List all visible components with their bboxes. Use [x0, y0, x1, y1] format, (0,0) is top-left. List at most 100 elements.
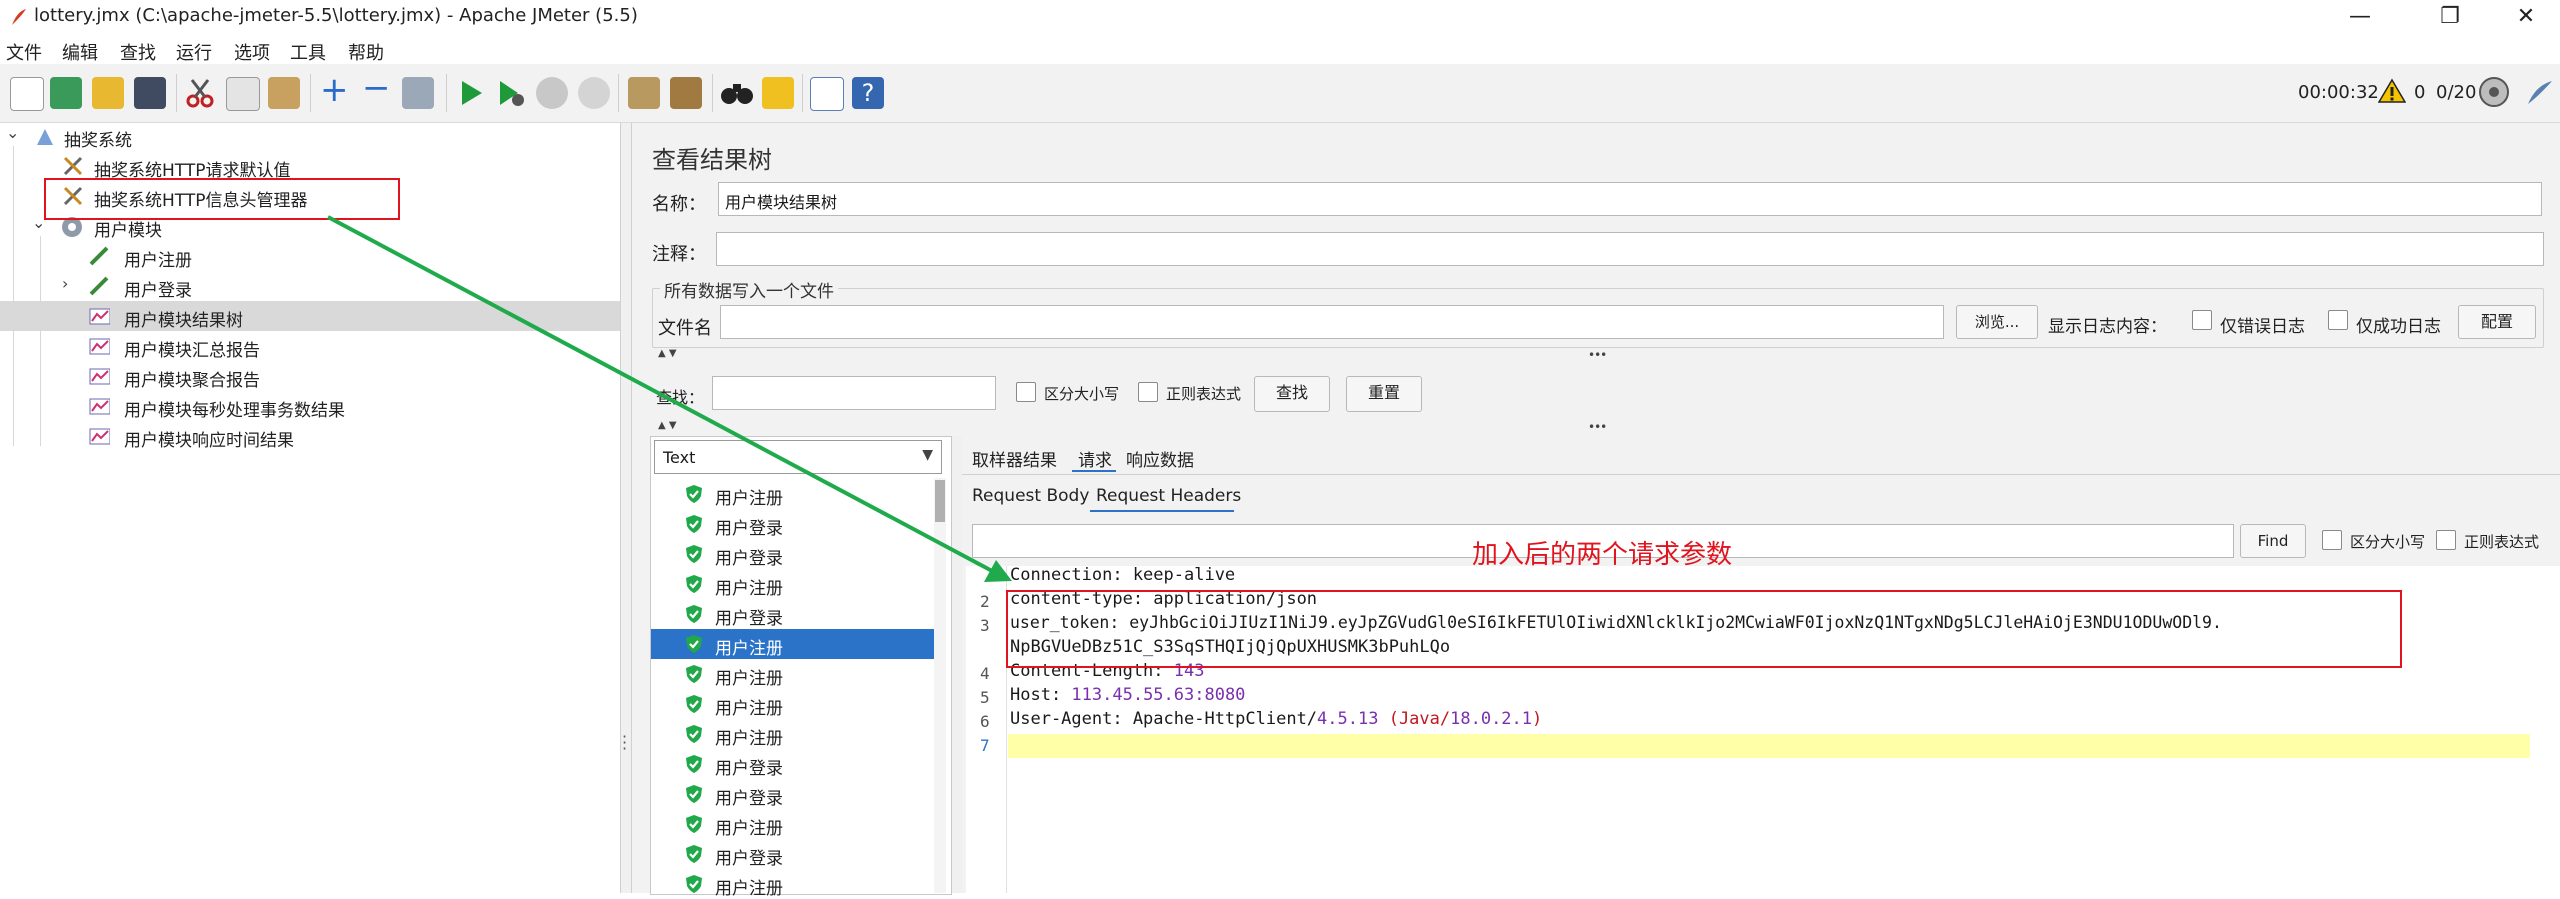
regex-label: 正则表达式 [1166, 385, 1242, 403]
tree-item-aggregate-report[interactable]: 用户模块聚合报告 [0, 361, 620, 391]
comment-input[interactable] [716, 232, 2544, 266]
divider-grip-icon[interactable]: ••• [1588, 420, 1607, 434]
reset-search-icon[interactable] [762, 77, 794, 109]
help-icon[interactable]: ? [852, 77, 884, 109]
menu-options[interactable]: 选项 [234, 39, 270, 65]
tree-guide-line [13, 146, 14, 446]
sample-list-item[interactable]: 用户登录 [651, 509, 934, 539]
new-icon[interactable] [10, 77, 44, 111]
line-number: 6 [980, 712, 990, 731]
menu-help[interactable]: 帮助 [348, 39, 384, 65]
close-window-button[interactable]: ✕ [2496, 0, 2556, 34]
subtab-request-headers[interactable]: Request Headers [1096, 486, 1241, 506]
search-input[interactable] [712, 376, 996, 410]
warning-icon[interactable] [2378, 78, 2406, 104]
sample-list-item[interactable]: 用户注册 [651, 869, 934, 899]
clear-icon[interactable] [628, 77, 660, 109]
chevron-right-icon[interactable]: › [62, 274, 68, 293]
minimize-button[interactable]: — [2330, 0, 2390, 34]
sample-list-item[interactable]: 用户注册 [651, 689, 934, 719]
templates-icon[interactable] [50, 77, 82, 109]
tree-item-root[interactable]: ⌄ 抽奖系统 [0, 121, 620, 151]
maximize-button[interactable]: ❐ [2420, 0, 2480, 34]
header-line-user-agent: User-Agent: Apache-HttpClient/4.5.13 (Ja… [1010, 709, 1543, 729]
tab-request[interactable]: 请求 [1078, 446, 1112, 471]
sample-list-item[interactable]: 用户注册 [651, 629, 934, 659]
tab-response-data[interactable]: 响应数据 [1126, 446, 1194, 471]
name-input[interactable]: 用户模块结果树 [718, 182, 2542, 216]
collapse-icon[interactable]: − [362, 68, 391, 108]
renderer-select[interactable]: Text ▼ [654, 440, 942, 474]
tab-divider [962, 474, 2560, 475]
tree-item-result-tree[interactable]: 用户模块结果树 [0, 301, 620, 331]
stop-icon[interactable] [536, 77, 568, 109]
splitter-grip-icon[interactable]: · · · [622, 729, 627, 757]
scrollbar-thumb[interactable] [935, 480, 945, 522]
header-case-checkbox[interactable] [2322, 530, 2342, 550]
success-only-checkbox[interactable] [2328, 310, 2348, 330]
thread-count: 0/20 [2436, 82, 2477, 103]
paste-icon[interactable] [268, 77, 300, 109]
cut-icon[interactable] [184, 77, 216, 109]
menu-run[interactable]: 运行 [176, 39, 212, 65]
copy-icon[interactable] [226, 77, 260, 111]
function-helper-icon[interactable] [810, 77, 844, 111]
header-find-button[interactable]: Find [2240, 524, 2306, 558]
configure-button[interactable]: 配置 [2458, 305, 2536, 339]
panel-splitter[interactable] [621, 123, 632, 893]
sample-list-item[interactable]: 用户注册 [651, 809, 934, 839]
shutdown-icon[interactable] [578, 77, 610, 109]
sample-list-item[interactable]: 用户登录 [651, 539, 934, 569]
find-button[interactable]: 查找 [1254, 376, 1330, 412]
sample-list-scrollbar[interactable] [934, 478, 946, 893]
sample-list-item[interactable]: 用户注册 [651, 719, 934, 749]
start-icon[interactable] [456, 78, 486, 108]
collapse-arrows-icon[interactable]: ▲ ▼ [658, 348, 677, 359]
sample-list-item[interactable]: 用户登录 [651, 599, 934, 629]
case-sensitive-checkbox[interactable] [1016, 382, 1036, 402]
feather-logo-icon [2528, 81, 2552, 104]
filename-input[interactable] [720, 305, 1944, 339]
sample-list-item[interactable]: 用户注册 [651, 659, 934, 689]
warning-count: 0 [2414, 82, 2426, 103]
dropdown-arrow-icon: ▼ [922, 447, 933, 463]
start-no-pauses-icon[interactable] [496, 78, 526, 108]
tree-item-login[interactable]: › 用户登录 [0, 271, 620, 301]
header-regex-checkbox[interactable] [2436, 530, 2456, 550]
tree-item-defaults[interactable]: 抽奖系统HTTP请求默认值 [0, 151, 620, 181]
save-icon[interactable] [134, 77, 166, 109]
expand-icon[interactable]: + [320, 70, 349, 110]
menu-search[interactable]: 查找 [120, 39, 156, 65]
menu-tools[interactable]: 工具 [290, 39, 326, 65]
menu-edit[interactable]: 编辑 [62, 39, 98, 65]
tree-item-tps-results[interactable]: 用户模块每秒处理事务数结果 [0, 391, 620, 421]
header-line-connection: Connection: keep-alive [1010, 565, 1236, 585]
active-subtab-indicator [1090, 510, 1234, 512]
tree-item-response-time[interactable]: 用户模块响应时间结果 [0, 421, 620, 451]
clear-all-icon[interactable] [670, 77, 702, 109]
subtab-request-body[interactable]: Request Body [972, 486, 1089, 506]
reset-button[interactable]: 重置 [1346, 376, 1422, 412]
tree-guide-line [40, 236, 41, 446]
open-folder-icon[interactable] [92, 77, 124, 109]
sample-list-item[interactable]: 用户登录 [651, 839, 934, 869]
binoculars-icon[interactable] [720, 78, 754, 108]
tab-sampler-result[interactable]: 取样器结果 [972, 446, 1057, 471]
divider-grip-icon[interactable]: ••• [1588, 348, 1607, 362]
sample-list-item[interactable]: 用户登录 [651, 749, 934, 779]
sample-list-item[interactable]: 用户登录 [651, 779, 934, 809]
sample-list-item[interactable]: 用户注册 [651, 479, 934, 509]
tree-item-summary-report[interactable]: 用户模块汇总报告 [0, 331, 620, 361]
listener-graph-icon [89, 428, 110, 445]
chevron-down-icon[interactable]: ⌄ [6, 123, 19, 142]
menu-file[interactable]: 文件 [6, 39, 42, 65]
sample-list-item[interactable]: 用户注册 [651, 569, 934, 599]
regex-checkbox[interactable] [1138, 382, 1158, 402]
browse-button[interactable]: 浏览... [1956, 305, 2038, 339]
errors-only-checkbox[interactable] [2192, 310, 2212, 330]
tree-item-register[interactable]: 用户注册 [0, 241, 620, 271]
search-label: 查找： [656, 388, 705, 407]
title-bar: lottery.jmx (C:\apache-jmeter-5.5\lotter… [0, 0, 2560, 34]
toggle-icon[interactable] [402, 77, 434, 109]
collapse-arrows-icon[interactable]: ▲ ▼ [658, 420, 677, 431]
